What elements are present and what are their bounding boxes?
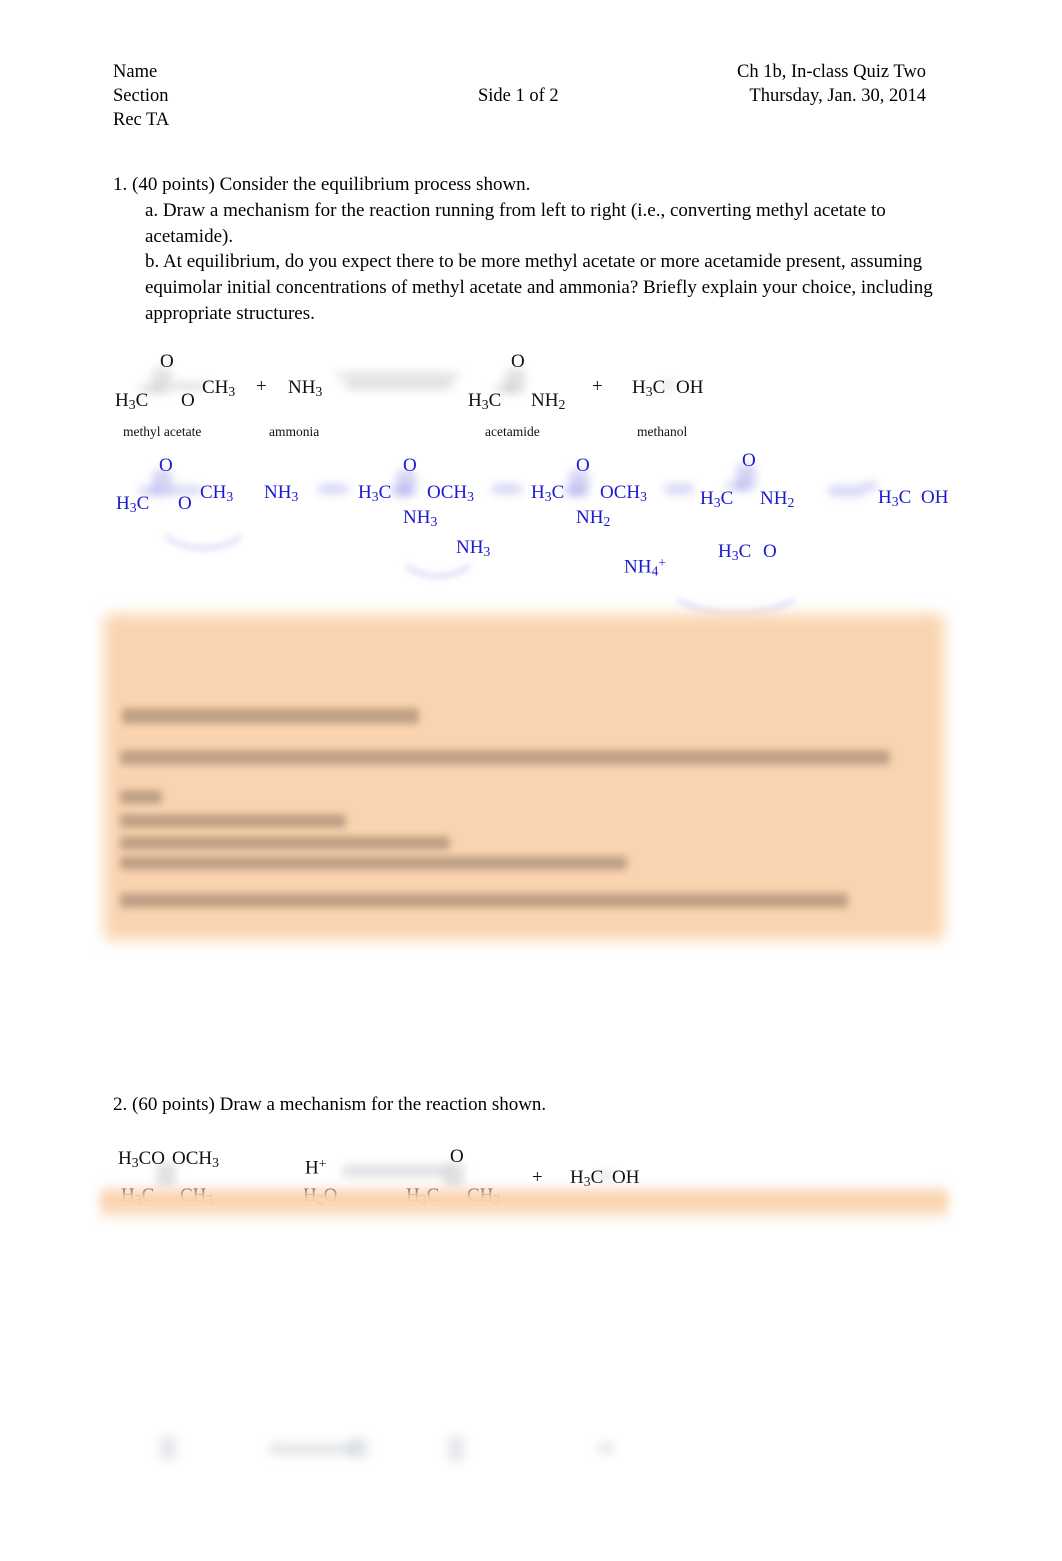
plus-sign: + — [256, 376, 267, 397]
atom-label: O — [450, 1146, 464, 1167]
redacted-line — [120, 893, 848, 908]
atom-label: H3C — [358, 482, 392, 504]
bond-smudge — [598, 1442, 614, 1454]
atom-label: H3C — [116, 493, 150, 515]
document-page: Name Ch 1b, In-class Quiz Two Section Si… — [0, 0, 1062, 1561]
atom-label: NH2 — [760, 488, 795, 510]
bond-smudge — [390, 487, 412, 495]
redacted-line — [120, 790, 162, 804]
atom-label: CH3 — [202, 377, 236, 399]
atom-label: CH3 — [200, 482, 234, 504]
question-2-text: 2. (60 points) Draw a mechanism for the … — [113, 1092, 948, 1118]
atom-label: H3C — [531, 482, 565, 504]
name-label: Name — [113, 62, 158, 82]
redacted-line — [120, 836, 450, 850]
redacted-line — [122, 708, 419, 724]
plus-sign: + — [592, 376, 603, 397]
side-label: Side 1 of 2 — [478, 86, 559, 107]
atom-label: H3C — [878, 487, 912, 509]
atom-label: H3C — [632, 377, 666, 399]
header-row-2: Section Side 1 of 2 Thursday, Jan. 30, 2… — [113, 84, 943, 108]
atom-label: O — [159, 455, 173, 476]
redacted-line — [120, 750, 890, 765]
section-label: Section — [113, 86, 169, 107]
atom-label: NH4+ — [624, 555, 667, 579]
atom-label: H3C — [115, 390, 149, 412]
quiz-date: Thursday, Jan. 30, 2014 — [749, 86, 926, 107]
atom-label: O — [763, 541, 777, 562]
question-1-stem: 1. (40 points) Consider the equilibrium … — [113, 174, 531, 195]
atom-label: O — [181, 390, 195, 411]
atom-label: NH2 — [531, 390, 566, 412]
atom-label: O — [742, 450, 756, 471]
bond-smudge — [448, 1436, 464, 1462]
atom-label: NH3 — [288, 377, 323, 399]
caption-acetamide: acetamide — [485, 424, 540, 439]
caption-methyl-acetate: methyl acetate — [123, 424, 202, 439]
caption-ammonia: ammonia — [269, 424, 320, 439]
atom-label: H3CO — [118, 1148, 165, 1170]
question-1-text: 1. (40 points) Consider the equilibrium … — [113, 172, 948, 327]
page-header: Name Ch 1b, In-class Quiz Two Section Si… — [113, 60, 943, 133]
atom-label: O — [160, 351, 174, 372]
bond-smudge — [160, 1435, 176, 1461]
reaction-arrow-smudge — [341, 1165, 449, 1177]
atom-label: OCH3 — [600, 482, 647, 504]
reaction-arrow-smudge — [492, 484, 522, 494]
atom-label: O — [511, 351, 525, 372]
atom-label: H3C — [700, 488, 734, 510]
question-2-stem: 2. (60 points) Draw a mechanism for the … — [113, 1094, 547, 1115]
question-1-part-b: b. At equilibrium, do you expect there t… — [145, 251, 933, 324]
rec-ta-label: Rec TA — [113, 110, 170, 131]
bond-smudge — [268, 1443, 358, 1455]
atom-label: OCH3 — [172, 1148, 219, 1170]
reaction-arrow-smudge — [318, 484, 348, 494]
equilibrium-arrow-smudge — [336, 372, 460, 378]
atom-label: NH3 — [456, 537, 491, 559]
bond-smudge — [172, 382, 206, 390]
atom-label: NH2 — [576, 507, 611, 529]
atom-label: O — [178, 493, 192, 514]
bond-smudge — [862, 482, 878, 490]
atom-label: H3C — [718, 541, 752, 563]
atom-label: OCH3 — [427, 482, 474, 504]
bond-smudge — [563, 487, 585, 495]
header-row-3: Rec TA — [113, 108, 943, 132]
redaction-highlight-band — [100, 1185, 948, 1223]
atom-label: OH — [921, 487, 949, 508]
atom-label: O — [403, 455, 417, 476]
atom-label: NH3 — [264, 482, 299, 504]
atom-label: NH3 — [403, 507, 438, 529]
header-row-1: Name Ch 1b, In-class Quiz Two — [113, 60, 943, 84]
equilibrium-arrow-smudge — [345, 378, 453, 390]
redacted-line — [120, 856, 627, 870]
redaction-highlight-box — [104, 614, 944, 940]
atom-label: OH — [676, 377, 704, 398]
reaction-arrow-smudge — [664, 484, 694, 494]
caption-methanol: methanol — [637, 424, 688, 439]
atom-label: H3C — [468, 390, 502, 412]
question-1-part-a: a. Draw a mechanism for the reaction run… — [145, 199, 886, 247]
atom-label: H+ — [305, 1156, 327, 1179]
redacted-line — [120, 814, 346, 828]
bond-smudge — [348, 1438, 368, 1458]
atom-label: O — [576, 455, 590, 476]
reaction-arrow-smudge — [828, 486, 866, 496]
quiz-title: Ch 1b, In-class Quiz Two — [737, 62, 926, 82]
